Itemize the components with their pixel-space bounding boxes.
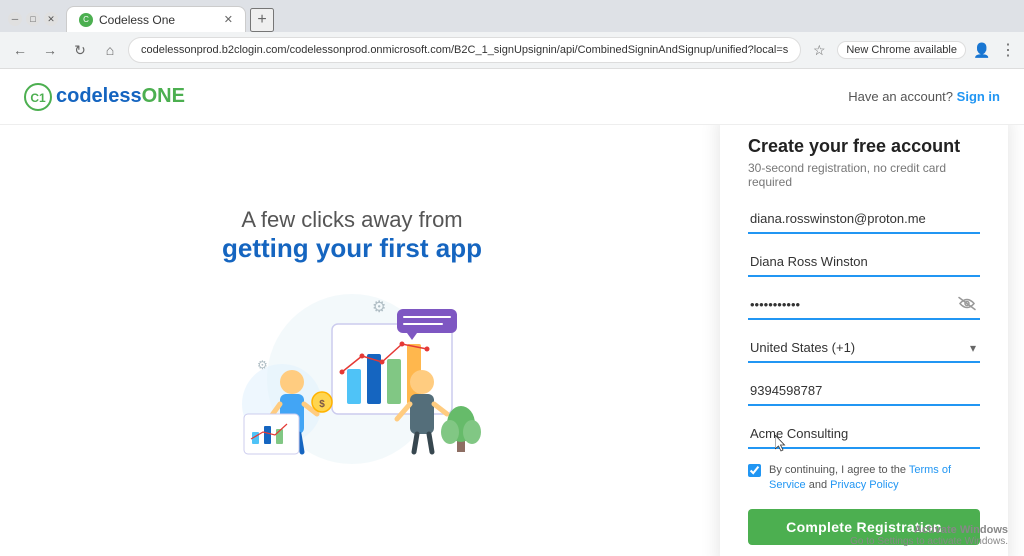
active-tab[interactable]: C Codeless One ✕ [66, 6, 246, 32]
restore-button[interactable]: □ [26, 12, 40, 26]
company-input[interactable] [748, 420, 980, 449]
terms-text: By continuing, I agree to the Terms of S… [769, 463, 980, 494]
terms-row: By continuing, I agree to the Terms of S… [748, 463, 980, 494]
close-button[interactable]: ✕ [44, 12, 58, 26]
minimize-button[interactable]: ─ [8, 12, 22, 26]
tab-title: Codeless One [99, 13, 175, 27]
svg-text:⚙: ⚙ [257, 358, 268, 372]
bookmark-button[interactable]: ☆ [807, 38, 831, 62]
registration-card: Create your free account 30-second regis… [720, 125, 1008, 556]
password-group [748, 291, 980, 320]
home-button[interactable]: ⌂ [98, 38, 122, 62]
browser-menu-button[interactable]: ⋮ [1000, 40, 1016, 60]
reload-button[interactable]: ↻ [68, 38, 92, 62]
logo-text: codelessONE [56, 85, 185, 108]
tab-favicon: C [79, 13, 93, 27]
left-section: A few clicks away from getting your firs… [0, 125, 704, 556]
logo-codeless: codeless [56, 85, 142, 107]
new-tab-button[interactable]: + [250, 8, 274, 32]
hero-line1: A few clicks away from [222, 207, 482, 233]
password-toggle-icon[interactable] [958, 297, 976, 314]
terms-checkbox[interactable] [748, 464, 761, 477]
tab-bar: C Codeless One ✕ + [66, 6, 1016, 32]
logo-svg: C1 [24, 83, 52, 111]
back-button[interactable]: ← [8, 38, 32, 62]
name-group [748, 248, 980, 277]
page-content: C1 codelessONE Have an account? Sign in … [0, 69, 1024, 556]
illustration: $ ⚙ ⚙ [202, 284, 502, 474]
logo-one: ONE [142, 85, 185, 107]
card-title: Create your free account [748, 136, 980, 157]
name-input[interactable] [748, 248, 980, 277]
windows-watermark: Activate Windows Go to Settings to activ… [850, 524, 1008, 547]
have-account-text: Have an account? [848, 89, 953, 104]
tab-close-button[interactable]: ✕ [224, 13, 233, 26]
svg-text:$: $ [319, 399, 325, 410]
password-input[interactable] [748, 291, 980, 320]
profile-area: New Chrome available 👤 [837, 38, 994, 62]
email-input[interactable] [748, 205, 980, 234]
country-select[interactable]: United States (+1) United Kingdom (+44) … [748, 334, 980, 363]
address-input[interactable] [128, 37, 801, 63]
nav-right: Have an account? Sign in [848, 89, 1000, 104]
top-nav: C1 codelessONE Have an account? Sign in [0, 69, 1024, 125]
watermark-subtitle: Go to Settings to activate Windows. [850, 536, 1008, 547]
forward-button[interactable]: → [38, 38, 62, 62]
company-group [748, 420, 980, 449]
country-select-wrapper: United States (+1) United Kingdom (+44) … [748, 334, 980, 363]
right-section: Create your free account 30-second regis… [704, 125, 1024, 556]
country-group: United States (+1) United Kingdom (+44) … [748, 334, 980, 363]
hero-text: A few clicks away from getting your firs… [222, 207, 482, 264]
phone-input[interactable] [748, 377, 980, 406]
main-content: A few clicks away from getting your firs… [0, 125, 1024, 556]
address-bar-row: ← → ↻ ⌂ ☆ New Chrome available 👤 ⋮ [0, 32, 1024, 68]
hero-line2: getting your first app [222, 233, 482, 264]
new-chrome-badge: New Chrome available [837, 41, 966, 59]
svg-text:C1: C1 [30, 91, 46, 105]
browser-chrome: ─ □ ✕ C Codeless One ✕ + ← → ↻ ⌂ ☆ New C… [0, 0, 1024, 69]
privacy-link[interactable]: Privacy Policy [830, 479, 898, 491]
logo-area: C1 codelessONE [24, 83, 185, 111]
phone-group [748, 377, 980, 406]
window-controls: ─ □ ✕ [8, 12, 58, 26]
svg-text:⚙: ⚙ [372, 299, 386, 316]
email-group [748, 205, 980, 234]
profile-button[interactable]: 👤 [970, 38, 994, 62]
watermark-title: Activate Windows [850, 524, 1008, 536]
title-bar: ─ □ ✕ C Codeless One ✕ + [0, 0, 1024, 32]
card-subtitle: 30-second registration, no credit card r… [748, 161, 980, 189]
signin-link[interactable]: Sign in [957, 89, 1000, 104]
